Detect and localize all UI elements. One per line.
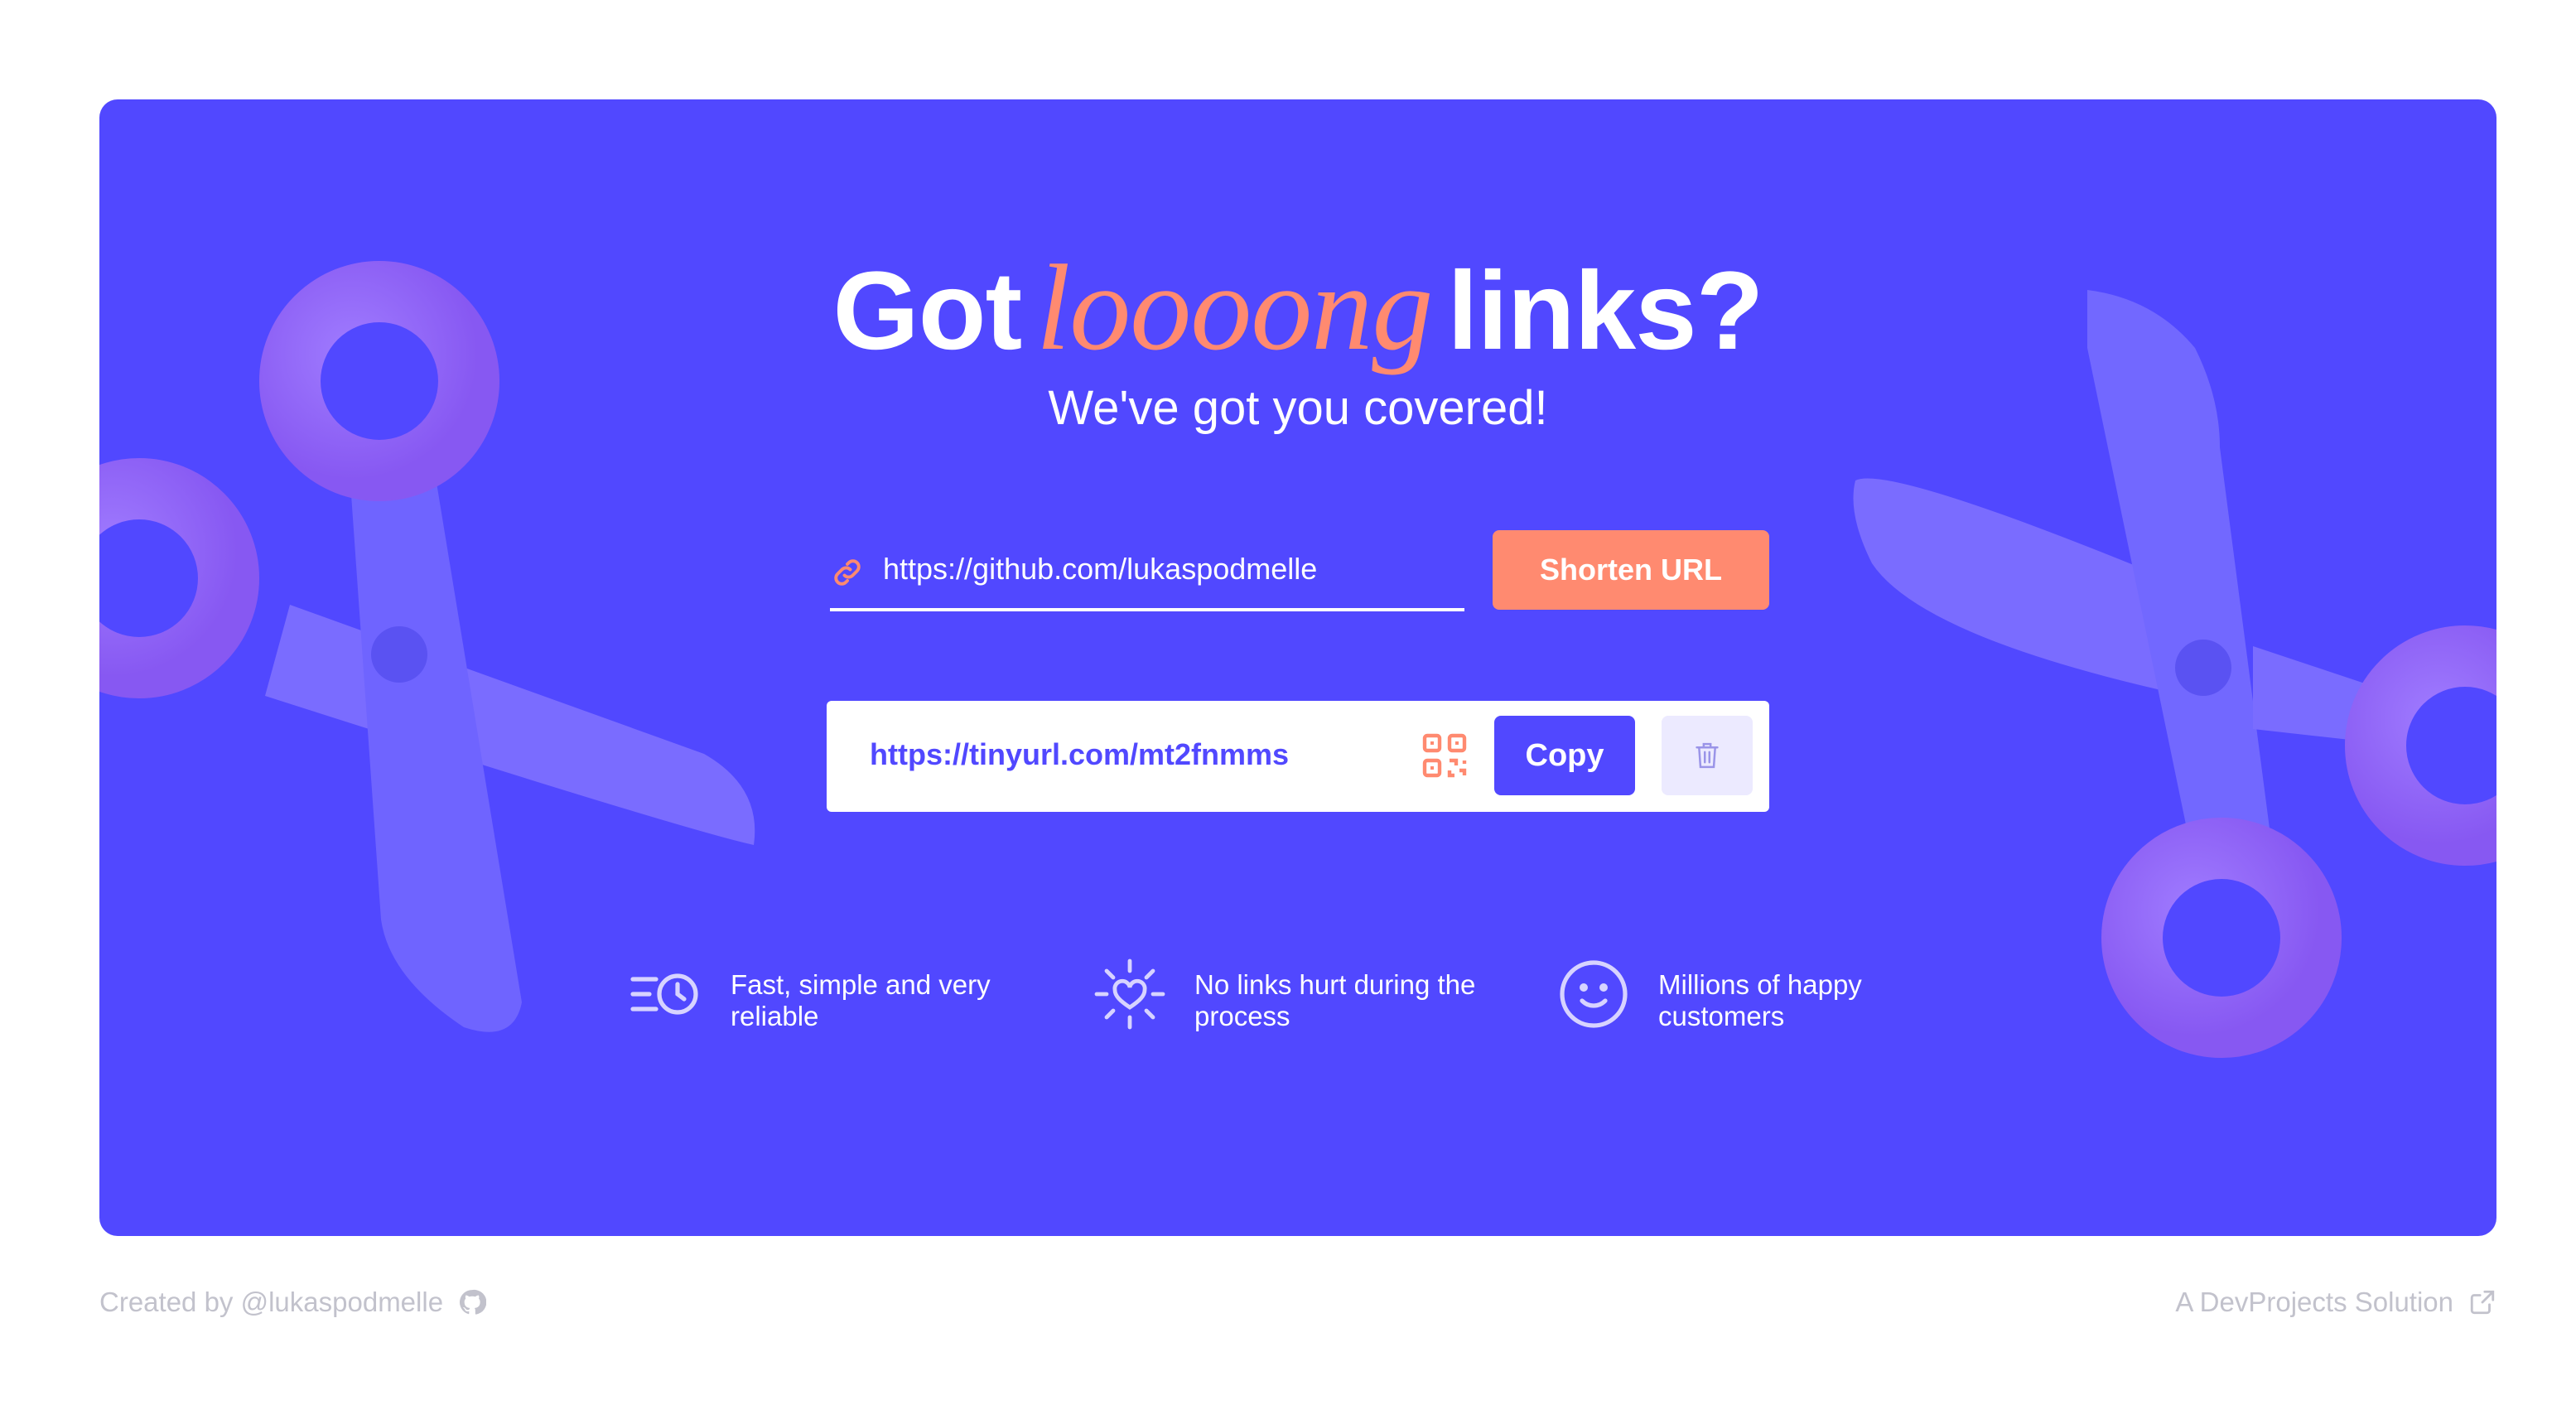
url-field (830, 530, 1464, 611)
footer-solution: A DevProjects Solution (2175, 1286, 2496, 1319)
title-suffix: links? (1447, 249, 1763, 373)
link-icon (834, 559, 861, 586)
footer-credit: Created by @lukaspodmelle (99, 1286, 487, 1319)
heart-sparkle-icon (1094, 958, 1165, 1030)
short-url-link[interactable]: https://tinyurl.com/mt2fnmms (870, 737, 1289, 772)
smiley-icon (1560, 960, 1628, 1028)
copy-button[interactable]: Copy (1494, 716, 1635, 795)
credit-link[interactable]: Created by @lukaspodmelle (99, 1286, 443, 1319)
page-title: Got loooong links? (99, 247, 2496, 369)
feature-text: Fast, simple and very reliable (731, 969, 991, 1031)
result-card: https://tinyurl.com/mt2fnmms Copy (827, 701, 1769, 812)
trash-icon (1696, 742, 1719, 769)
hero-banner: Got loooong links? We've got you covered! … (99, 99, 2496, 1236)
shorten-form: Shorten URL (830, 530, 1769, 611)
feature-text: No links hurt during the process (1194, 969, 1476, 1031)
solution-link[interactable]: A DevProjects Solution (2175, 1286, 2453, 1319)
fast-clock-icon (630, 973, 698, 1015)
features-list: Fast, simple and very reliable No links … (630, 953, 2038, 1036)
title-emphasis: loooong (1036, 240, 1433, 376)
page-subtitle: We've got you covered! (1048, 381, 1548, 435)
shorten-url-button[interactable]: Shorten URL (1493, 530, 1769, 610)
title-prefix: Got (832, 249, 1022, 373)
feature-text: Millions of happy customers (1658, 969, 1862, 1031)
delete-button[interactable] (1662, 716, 1753, 795)
url-input[interactable] (883, 540, 1454, 598)
github-icon[interactable] (458, 1288, 487, 1316)
external-link-icon[interactable] (2468, 1288, 2496, 1316)
qr-code-icon[interactable] (1421, 732, 1468, 779)
